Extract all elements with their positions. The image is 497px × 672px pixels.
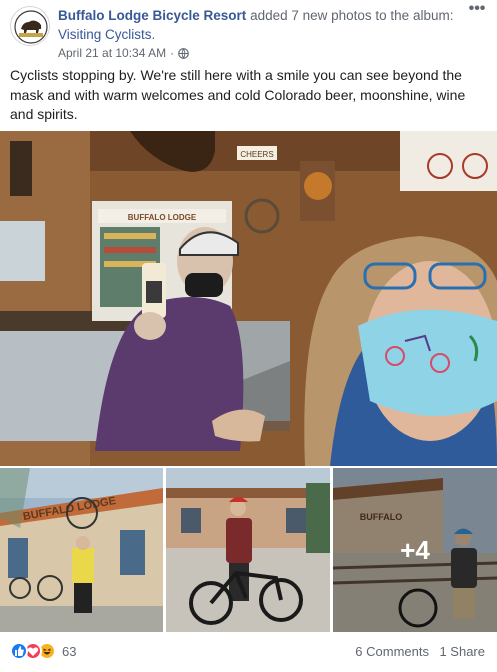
meta-separator: · [170,46,175,60]
cheers-sign: CHEERS [240,150,273,159]
post-timestamp[interactable]: April 21 at 10:34 AM [58,46,166,60]
page-name-link[interactable]: Buffalo Lodge Bicycle Resort [58,8,246,23]
post-body-text: Cyclists stopping by. We're still here w… [10,67,466,122]
album-suffix: . [151,27,156,42]
like-reaction-icon [10,642,28,660]
post-meta: April 21 at 10:34 AM · [58,46,189,60]
more-options-button[interactable]: ••• [467,1,487,20]
reaction-count: 63 [62,643,77,659]
photo-thumbnail-1[interactable]: BUFFALO LODGE [0,468,163,632]
main-photo[interactable]: BUFFALO LODGE CHEERS [0,131,497,466]
post-footer: 63 6 Comments 1 Share [10,640,487,664]
bar-sign: BUFFALO LODGE [128,213,197,222]
globe-icon [178,47,189,59]
action-text: added 7 new photos to the album: [250,8,454,23]
post-headline: Buffalo Lodge Bicycle Resort added 7 new… [58,6,458,44]
photo-thumbnail-3[interactable]: BUFFALO +4 [333,468,497,632]
buffalo-lodge-logo [12,8,49,45]
album-link[interactable]: Visiting Cyclists [58,27,152,42]
photo-thumbnail-2[interactable] [166,468,330,632]
cyclists-selfie-photo: BUFFALO LODGE CHEERS [0,131,497,466]
lodge-cyclist-photo: BUFFALO LODGE [0,468,163,632]
comments-link[interactable]: 6 Comments [355,644,429,659]
more-photos-overlay[interactable]: +4 [333,468,497,632]
page-avatar[interactable] [10,6,50,46]
shares-link[interactable]: 1 Share [439,644,485,659]
post-header: Buffalo Lodge Bicycle Resort added 7 new… [10,1,487,62]
cyclist-with-bike-photo [166,468,330,632]
reactions-summary[interactable]: 63 [10,642,76,660]
